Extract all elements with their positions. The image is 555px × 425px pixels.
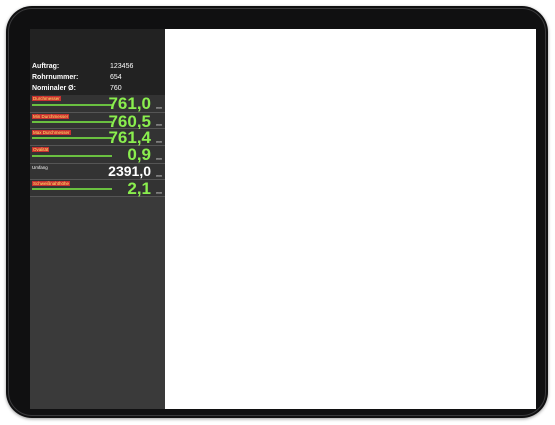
- measurement-unit: mm: [156, 174, 162, 178]
- measurement-label: Umfang: [32, 165, 48, 170]
- measurement-unit: mm: [156, 106, 162, 110]
- tolerance-bar: [32, 121, 112, 123]
- tablet-frame: Auftrag: 123456 Rohrnummer: 654 Nominale…: [6, 6, 548, 418]
- measurement-label: Ovalität: [32, 147, 50, 152]
- order-value: 123456: [110, 63, 134, 70]
- tolerance-bar: [32, 104, 112, 106]
- measurement-row-min-diameter[interactable]: Min Durchmesser 760,5 mm: [30, 113, 165, 130]
- measurement-label: Durchmesser: [32, 96, 61, 101]
- nominal-diameter-row: Nominaler Ø: 760: [30, 83, 165, 94]
- measurement-row-ovality[interactable]: Ovalität 0,9 mm: [30, 146, 165, 164]
- measurement-value: 761,4: [108, 128, 151, 147]
- measurement-value: 2391,0: [108, 163, 151, 179]
- measurement-label: Schweißnahthöhe: [32, 181, 71, 186]
- nominal-diameter-value: 760: [110, 85, 122, 92]
- pipe-number-value: 654: [110, 74, 122, 81]
- order-header: Auftrag: 123456 Rohrnummer: 654 Nominale…: [30, 29, 165, 95]
- measurement-label: Max Durchmesser: [32, 130, 71, 135]
- tolerance-bar: [32, 137, 112, 139]
- measurement-row-diameter[interactable]: Durchmesser 761,0 mm: [30, 95, 165, 113]
- measurement-value: 761,0: [108, 94, 151, 113]
- measurement-unit: mm: [156, 123, 162, 127]
- order-label: Auftrag:: [32, 63, 60, 70]
- tolerance-bar: [32, 155, 112, 157]
- measurement-row-max-diameter[interactable]: Max Durchmesser 761,4 mm: [30, 129, 165, 146]
- measurement-unit: mm: [156, 157, 162, 161]
- order-row: Auftrag: 123456: [30, 61, 165, 72]
- app-screen: Auftrag: 123456 Rohrnummer: 654 Nominale…: [30, 29, 536, 409]
- measurement-value: 0,9: [127, 145, 151, 164]
- pipe-number-label: Rohrnummer:: [32, 74, 79, 81]
- tolerance-bar: [32, 188, 112, 190]
- measurement-panel: Auftrag: 123456 Rohrnummer: 654 Nominale…: [30, 29, 165, 409]
- pipe-number-row: Rohrnummer: 654: [30, 72, 165, 83]
- measurement-row-circumference[interactable]: Umfang 2391,0 mm: [30, 164, 165, 180]
- nominal-diameter-label: Nominaler Ø:: [32, 85, 76, 92]
- measurement-unit: mm: [156, 140, 162, 144]
- measurement-label: Min Durchmesser: [32, 114, 70, 119]
